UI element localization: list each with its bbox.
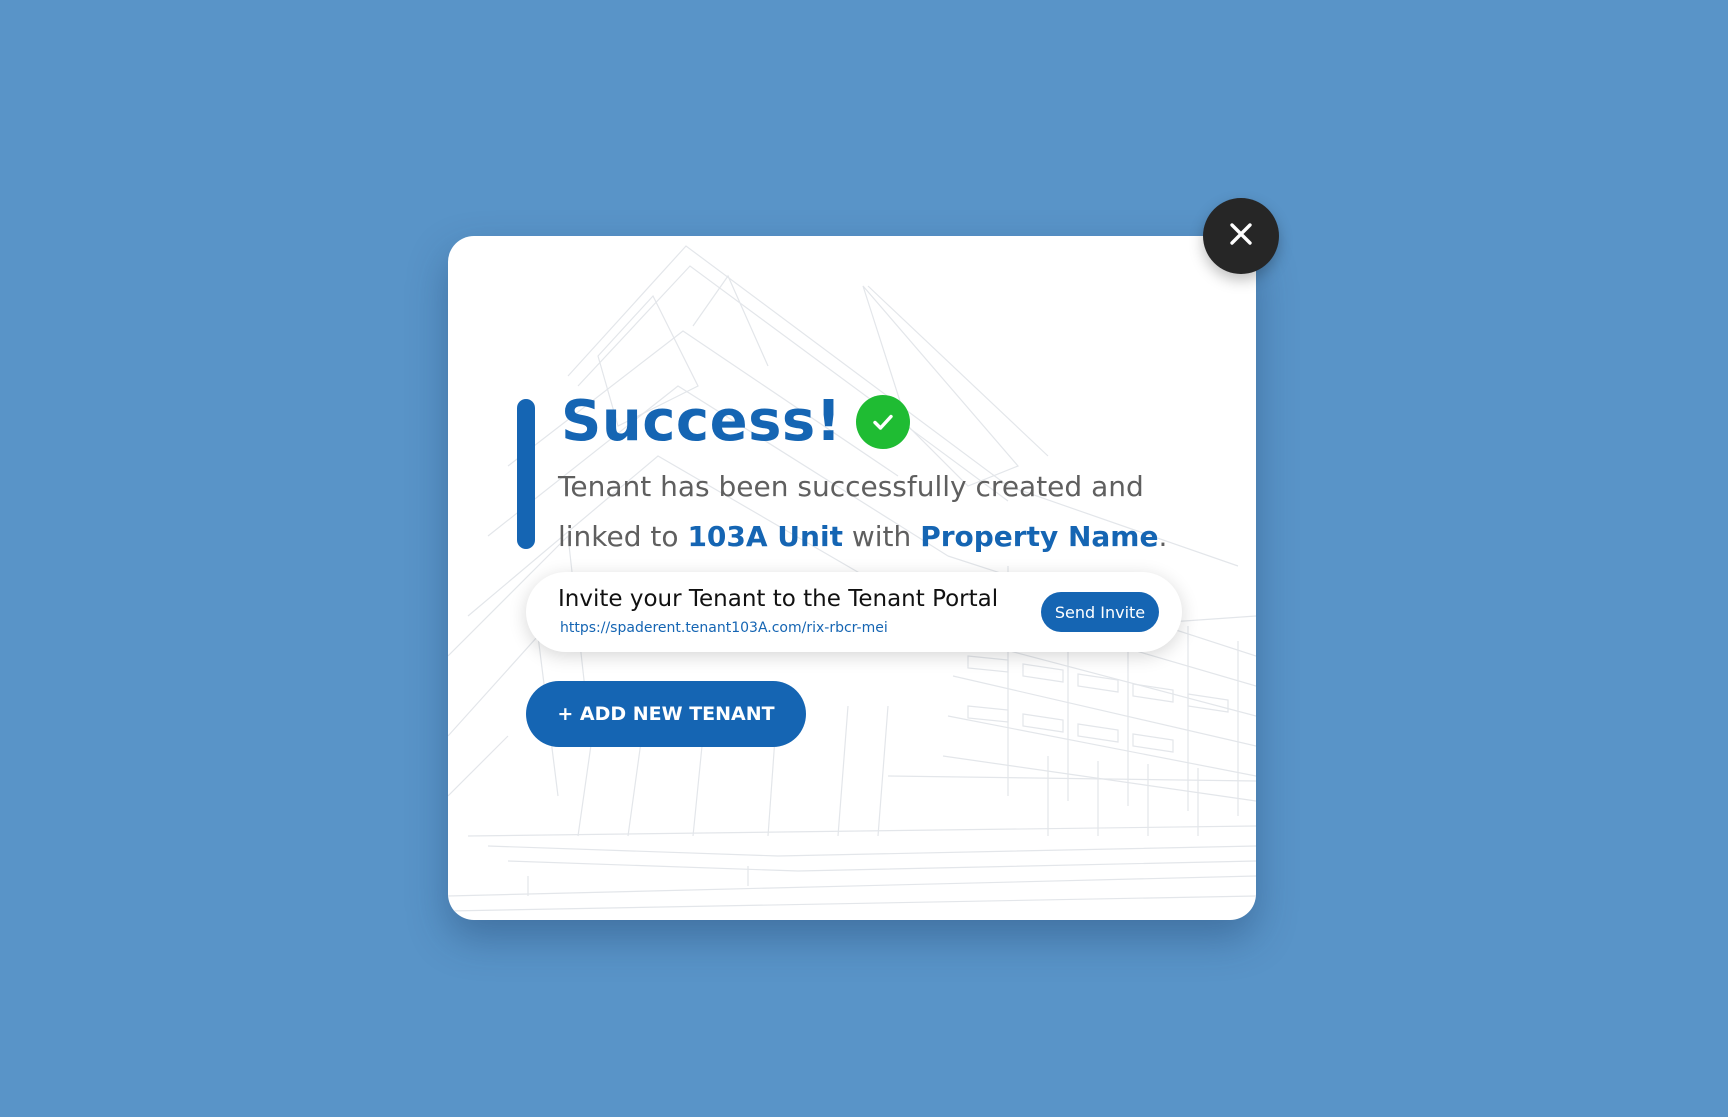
title-row: Success! bbox=[561, 382, 910, 462]
close-icon bbox=[1228, 221, 1254, 251]
success-message: Tenant has been successfully created and… bbox=[558, 462, 1223, 562]
add-new-tenant-button[interactable]: + ADD NEW TENANT bbox=[526, 681, 806, 747]
property-name: Property Name bbox=[920, 520, 1159, 553]
success-dialog: Success! Tenant has been successfully cr… bbox=[448, 236, 1256, 920]
invite-card: Invite your Tenant to the Tenant Portal … bbox=[526, 572, 1182, 652]
checkmark-icon bbox=[855, 395, 910, 449]
message-period: . bbox=[1158, 520, 1168, 553]
unit-name: 103A Unit bbox=[687, 520, 843, 553]
send-invite-button[interactable]: Send Invite bbox=[1041, 592, 1159, 632]
invite-title: Invite your Tenant to the Tenant Portal bbox=[558, 586, 999, 612]
success-title: Success! bbox=[561, 389, 842, 454]
close-button[interactable] bbox=[1203, 198, 1279, 274]
tenant-portal-link[interactable]: https://spaderent.tenant103A.com/rix-rbc… bbox=[560, 620, 888, 636]
accent-bar bbox=[517, 399, 535, 549]
message-text-connector: with bbox=[842, 520, 921, 553]
